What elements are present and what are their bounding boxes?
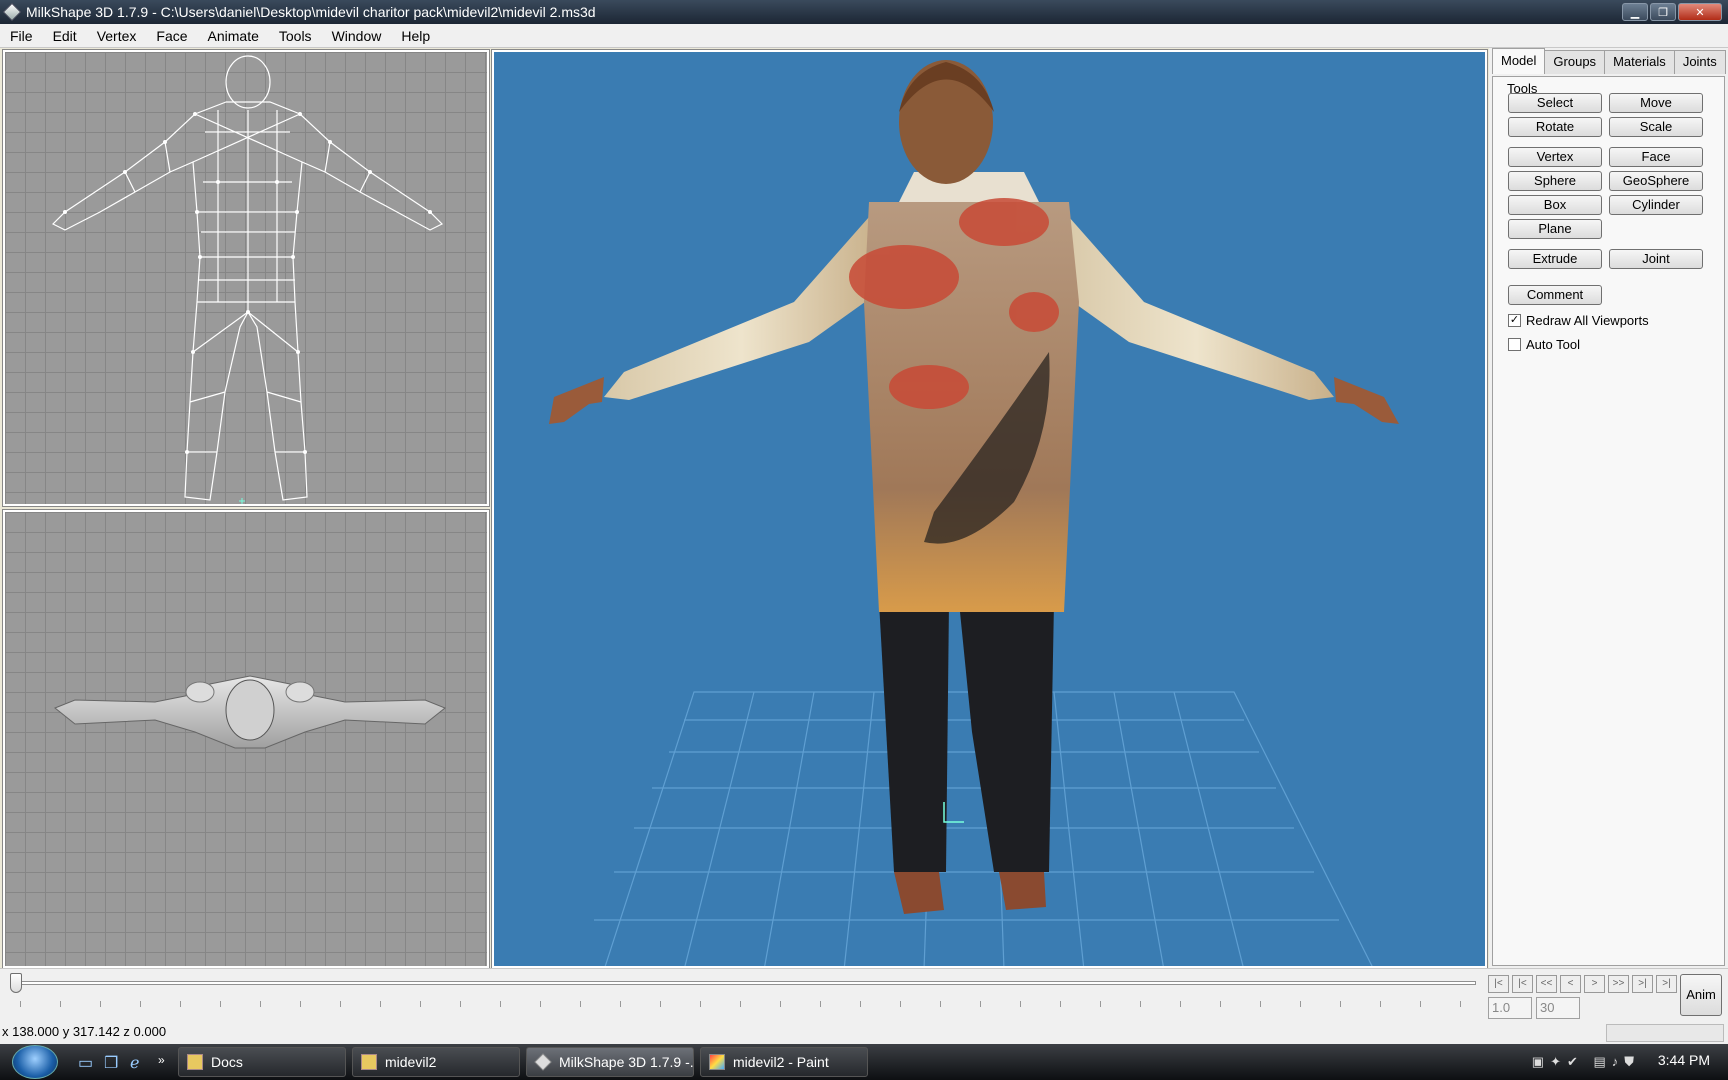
system-tray-icons[interactable]: ▣✦✔ ▤♪⛊ <box>1532 1054 1640 1070</box>
status-panel <box>1606 1024 1724 1042</box>
tab-joints[interactable]: Joints <box>1673 50 1726 74</box>
viewport-front[interactable] <box>2 49 490 507</box>
tab-materials[interactable]: Materials <box>1604 50 1675 74</box>
taskbar-item-label: MilkShape 3D 1.7.9 -... <box>559 1054 694 1070</box>
frame-nav-buttons: |< |< << < > >> >| >| <box>1488 975 1680 993</box>
switch-windows-icon[interactable]: ❐ <box>104 1053 122 1072</box>
extrude-button[interactable]: Extrude <box>1508 249 1602 269</box>
wireframe-model <box>51 55 444 504</box>
select-button[interactable]: Select <box>1508 93 1602 113</box>
tab-model[interactable]: Model <box>1492 48 1546 74</box>
top-view-model <box>54 675 446 749</box>
menu-tools[interactable]: Tools <box>269 28 322 44</box>
geosphere-button[interactable]: GeoSphere <box>1609 171 1703 191</box>
menu-vertex[interactable]: Vertex <box>87 28 147 44</box>
viewport-3d[interactable] <box>491 49 1488 969</box>
coordinates-readout: x 138.000 y 317.142 z 0.000 <box>2 1024 167 1039</box>
maximize-button[interactable]: ❐ <box>1650 3 1676 21</box>
window-title: MilkShape 3D 1.7.9 - C:\Users\daniel\Des… <box>26 4 596 20</box>
auto-tool-checkbox[interactable]: Auto Tool <box>1508 337 1580 352</box>
redraw-all-viewports-checkbox[interactable]: ✓ Redraw All Viewports <box>1508 313 1649 328</box>
redraw-all-viewports-label: Redraw All Viewports <box>1526 313 1649 328</box>
rotate-button[interactable]: Rotate <box>1508 117 1602 137</box>
folder-icon <box>187 1054 203 1070</box>
anim-button[interactable]: Anim <box>1680 974 1722 1016</box>
plane-button[interactable]: Plane <box>1508 219 1602 239</box>
taskbar-item-label: Docs <box>211 1054 243 1070</box>
tab-groups[interactable]: Groups <box>1544 50 1606 74</box>
menu-file[interactable]: File <box>0 28 43 44</box>
taskbar-item-paint[interactable]: midevil2 - Paint <box>700 1047 868 1077</box>
title-bar: MilkShape 3D 1.7.9 - C:\Users\daniel\Des… <box>0 0 1728 24</box>
taskbar-item-label: midevil2 - Paint <box>733 1054 829 1070</box>
textured-character-model <box>549 60 1399 966</box>
forward-button[interactable]: >> <box>1608 975 1629 993</box>
menu-edit[interactable]: Edit <box>43 28 87 44</box>
next-key-button[interactable]: >| <box>1632 975 1653 993</box>
total-frames-field[interactable]: 30 <box>1536 997 1580 1019</box>
checkmark-icon: ✓ <box>1508 314 1521 327</box>
scale-button[interactable]: Scale <box>1609 117 1703 137</box>
minimize-button[interactable]: ▁ <box>1622 3 1648 21</box>
prev-key-button[interactable]: |< <box>1512 975 1533 993</box>
last-frame-button[interactable]: >| <box>1656 975 1677 993</box>
taskbar-clock[interactable]: 3:44 PM <box>1658 1052 1710 1068</box>
frame-slider-track[interactable] <box>14 981 1476 985</box>
start-button[interactable] <box>12 1045 58 1079</box>
close-button[interactable]: ✕ <box>1678 3 1722 21</box>
taskbar-item-label: midevil2 <box>385 1054 437 1070</box>
milkshape-app-icon <box>2 2 22 22</box>
sphere-button[interactable]: Sphere <box>1508 171 1602 191</box>
panel-tabs: Model Groups Materials Joints <box>1492 48 1728 76</box>
prev-frame-button[interactable]: < <box>1560 975 1581 993</box>
menu-face[interactable]: Face <box>146 28 197 44</box>
animation-timeline: |< |< << < > >> >| >| 1.0 30 Anim <box>0 968 1728 1022</box>
paint-icon <box>709 1054 725 1070</box>
timeline-ticks <box>20 1001 1476 1007</box>
folder-icon <box>361 1054 377 1070</box>
status-bar: x 138.000 y 317.142 z 0.000 <box>0 1022 1728 1044</box>
first-frame-button[interactable]: |< <box>1488 975 1509 993</box>
taskbar-item-docs[interactable]: Docs <box>178 1047 346 1077</box>
next-frame-button[interactable]: > <box>1584 975 1605 993</box>
auto-tool-label: Auto Tool <box>1526 337 1580 352</box>
taskbar: ▭ ❐ ℯ » Docs midevil2 MilkShape 3D 1.7.9… <box>0 1044 1728 1080</box>
checkbox-empty-icon <box>1508 338 1521 351</box>
vertex-button[interactable]: Vertex <box>1508 147 1602 167</box>
cylinder-button[interactable]: Cylinder <box>1609 195 1703 215</box>
milkshape-icon <box>534 1053 552 1071</box>
taskbar-item-milkshape[interactable]: MilkShape 3D 1.7.9 -... <box>526 1047 694 1077</box>
internet-explorer-icon[interactable]: ℯ <box>130 1053 148 1072</box>
tools-group: Tools Select Move Rotate Scale Vertex Fa… <box>1492 76 1725 966</box>
menu-window[interactable]: Window <box>322 28 392 44</box>
menu-animate[interactable]: Animate <box>198 28 269 44</box>
frame-slider-thumb[interactable] <box>10 973 22 993</box>
menu-help[interactable]: Help <box>391 28 440 44</box>
comment-button[interactable]: Comment <box>1508 285 1602 305</box>
tool-panel: Model Groups Materials Joints Tools Sele… <box>1489 48 1728 968</box>
move-button[interactable]: Move <box>1609 93 1703 113</box>
joint-button[interactable]: Joint <box>1609 249 1703 269</box>
show-desktop-icon[interactable]: ▭ <box>78 1053 96 1072</box>
menu-bar: File Edit Vertex Face Animate Tools Wind… <box>0 24 1728 48</box>
chevron-more-icon[interactable]: » <box>158 1053 176 1071</box>
viewport-top[interactable] <box>2 509 490 969</box>
rewind-button[interactable]: << <box>1536 975 1557 993</box>
current-frame-field[interactable]: 1.0 <box>1488 997 1532 1019</box>
face-button[interactable]: Face <box>1609 147 1703 167</box>
taskbar-item-midevil2-folder[interactable]: midevil2 <box>352 1047 520 1077</box>
box-button[interactable]: Box <box>1508 195 1602 215</box>
